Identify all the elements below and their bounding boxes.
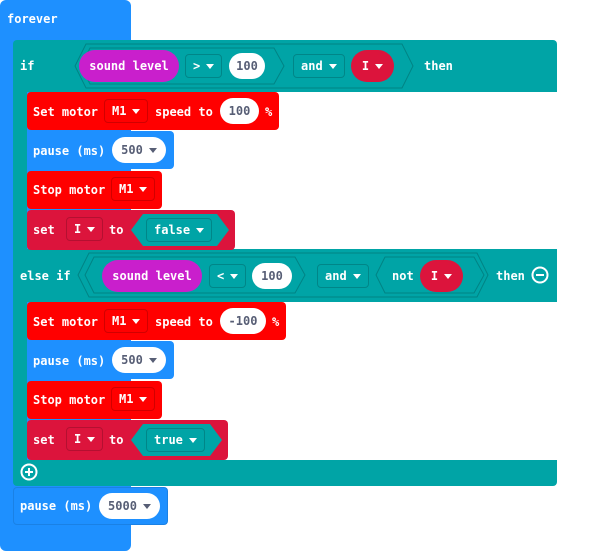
if-label: if bbox=[20, 59, 35, 73]
motor-value: M1 bbox=[112, 104, 127, 118]
threshold-input[interactable]: 100 bbox=[229, 53, 265, 79]
pause-duration-dropdown[interactable]: 500 bbox=[112, 137, 166, 163]
if-block-spine bbox=[13, 90, 27, 250]
pause-label: pause (ms) bbox=[33, 144, 106, 158]
dropdown-arrow-icon bbox=[352, 273, 361, 279]
dropdown-arrow-icon bbox=[148, 147, 157, 153]
dropdown-arrow-icon bbox=[375, 63, 384, 69]
to-label: to bbox=[109, 223, 124, 237]
then-label: then bbox=[496, 269, 525, 283]
dropdown-arrow-icon bbox=[206, 63, 215, 69]
variable-dropdown[interactable]: I bbox=[66, 217, 104, 241]
percent-label: % bbox=[265, 105, 273, 119]
dropdown-arrow-icon bbox=[139, 186, 148, 192]
pause-label: pause (ms) bbox=[20, 499, 93, 513]
variable-I-reporter[interactable]: I bbox=[351, 50, 394, 82]
variable-dropdown[interactable]: I bbox=[66, 427, 104, 451]
dropdown-arrow-icon bbox=[188, 437, 197, 443]
set-motor-label: Set motor bbox=[33, 315, 99, 329]
variable-name: I bbox=[430, 269, 439, 283]
set-label: set bbox=[33, 433, 55, 447]
boolean-dropdown[interactable]: true bbox=[146, 428, 205, 452]
dropdown-arrow-icon bbox=[87, 226, 96, 232]
speed-value: -100 bbox=[228, 314, 258, 328]
pause-value: 500 bbox=[121, 353, 143, 367]
speed-input[interactable]: -100 bbox=[220, 308, 266, 334]
speed-value: 100 bbox=[228, 104, 251, 118]
dropdown-arrow-icon bbox=[139, 396, 148, 402]
stop-motor-label: Stop motor bbox=[33, 393, 106, 407]
stop-motor-label: Stop motor bbox=[33, 183, 106, 197]
motor-dropdown[interactable]: M1 bbox=[111, 177, 156, 201]
logic-operator-dropdown[interactable]: and bbox=[317, 264, 369, 288]
variable-name: I bbox=[74, 432, 82, 446]
dropdown-arrow-icon bbox=[87, 436, 96, 442]
percent-label: % bbox=[272, 315, 280, 329]
speed-to-label: speed to bbox=[155, 315, 213, 329]
variable-name: I bbox=[74, 222, 82, 236]
sound-level-reporter[interactable]: sound level bbox=[102, 260, 202, 292]
pause-duration-dropdown[interactable]: 5000 bbox=[99, 493, 160, 519]
motor-value: M1 bbox=[112, 314, 127, 328]
threshold-value: 100 bbox=[261, 269, 283, 283]
threshold-input[interactable]: 100 bbox=[252, 263, 292, 289]
threshold-value: 100 bbox=[236, 59, 258, 73]
logic-operator-dropdown[interactable]: and bbox=[293, 54, 345, 78]
dropdown-arrow-icon bbox=[132, 318, 141, 324]
operator-value: > bbox=[193, 59, 201, 73]
speed-input[interactable]: 100 bbox=[220, 98, 259, 124]
speed-to-label: speed to bbox=[155, 105, 213, 119]
pause-duration-dropdown[interactable]: 500 bbox=[112, 347, 166, 373]
logic-value: and bbox=[325, 269, 347, 283]
to-label: to bbox=[109, 433, 124, 447]
sound-level-label: sound level bbox=[89, 59, 169, 73]
minus-circle-icon[interactable] bbox=[531, 266, 549, 284]
operator-value: < bbox=[217, 269, 225, 283]
then-label: then bbox=[424, 59, 453, 73]
plus-circle-icon[interactable] bbox=[20, 463, 38, 481]
set-motor-label: Set motor bbox=[33, 105, 99, 119]
sound-level-reporter[interactable]: sound level bbox=[79, 50, 179, 82]
if-block-footer bbox=[13, 460, 557, 486]
dropdown-arrow-icon bbox=[328, 63, 337, 69]
variable-name: I bbox=[361, 59, 370, 73]
pause-value: 500 bbox=[121, 143, 143, 157]
motor-value: M1 bbox=[119, 182, 134, 196]
boolean-dropdown[interactable]: false bbox=[146, 218, 213, 242]
motor-dropdown[interactable]: M1 bbox=[111, 387, 156, 411]
sound-level-label: sound level bbox=[112, 269, 192, 283]
pause-value: 5000 bbox=[108, 499, 137, 513]
boolean-value: true bbox=[154, 433, 183, 447]
motor-dropdown[interactable]: M1 bbox=[104, 99, 149, 123]
motor-value: M1 bbox=[119, 392, 134, 406]
operator-dropdown[interactable]: < bbox=[209, 264, 247, 288]
forever-label: forever bbox=[7, 12, 58, 26]
else-if-spine bbox=[13, 300, 27, 462]
dropdown-arrow-icon bbox=[142, 503, 151, 509]
dropdown-arrow-icon bbox=[148, 357, 157, 363]
motor-dropdown[interactable]: M1 bbox=[104, 309, 149, 333]
operator-dropdown[interactable]: > bbox=[185, 54, 223, 78]
dropdown-arrow-icon bbox=[444, 273, 453, 279]
dropdown-arrow-icon bbox=[196, 227, 205, 233]
dropdown-arrow-icon bbox=[132, 108, 141, 114]
pause-label: pause (ms) bbox=[33, 354, 106, 368]
boolean-value: false bbox=[154, 223, 191, 237]
dropdown-arrow-icon bbox=[230, 273, 239, 279]
set-label: set bbox=[33, 223, 55, 237]
variable-I-reporter[interactable]: I bbox=[420, 260, 463, 292]
logic-value: and bbox=[301, 59, 323, 73]
else-if-label: else if bbox=[20, 269, 71, 283]
not-label: not bbox=[392, 269, 414, 283]
